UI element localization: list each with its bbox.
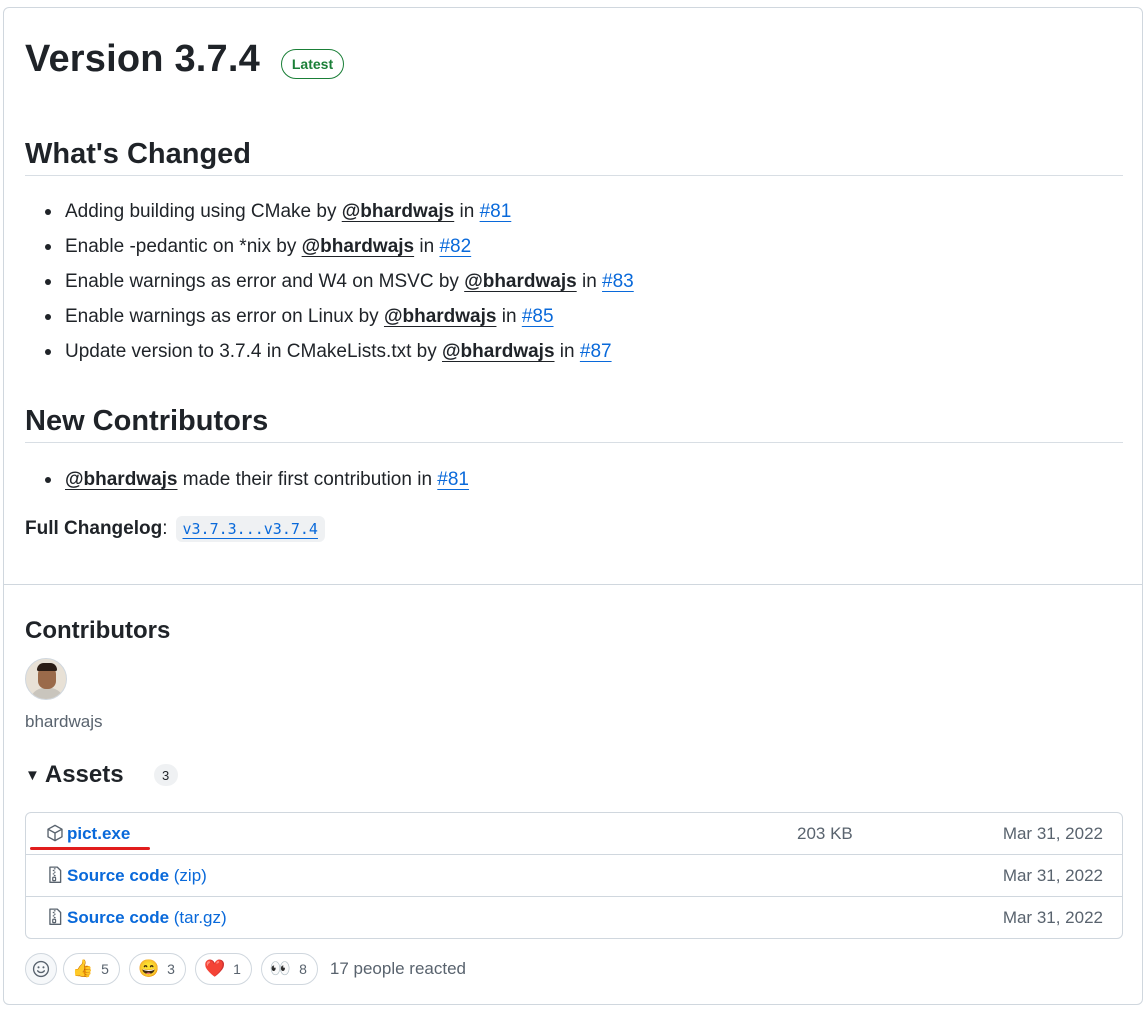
list-item: @bhardwajs made their first contribution… bbox=[25, 462, 469, 497]
reaction-eyes[interactable]: 👀 8 bbox=[260, 953, 318, 985]
asset-date: Mar 31, 2022 bbox=[1002, 824, 1103, 843]
heading-divider bbox=[25, 175, 1123, 176]
pr-link[interactable]: #81 bbox=[437, 469, 469, 490]
in-text: in bbox=[576, 271, 603, 292]
assets-toggle[interactable]: ▼ Assets 3 bbox=[25, 761, 178, 789]
new-contributors-list: @bhardwajs made their first contribution… bbox=[25, 462, 469, 497]
section-divider bbox=[4, 584, 1142, 585]
reaction-laugh[interactable]: 😄 3 bbox=[128, 953, 186, 985]
heading-divider bbox=[25, 442, 1123, 443]
reaction-heart[interactable]: ❤️ 1 bbox=[194, 953, 252, 985]
reaction-count: 5 bbox=[101, 961, 109, 977]
add-reaction-button[interactable] bbox=[25, 953, 57, 985]
in-text: in bbox=[554, 341, 580, 362]
changelog-colon: : bbox=[162, 518, 168, 539]
laugh-icon: 😄 bbox=[137, 959, 160, 978]
pr-link[interactable]: #81 bbox=[480, 201, 512, 222]
release-body: Version 3.7.4 Latest What's Changed Addi… bbox=[4, 8, 1142, 584]
in-text: in bbox=[496, 306, 522, 327]
author-mention[interactable]: @bhardwajs bbox=[384, 306, 497, 327]
asset-size: 203 KB bbox=[797, 824, 853, 843]
contributor-name[interactable]: bhardwajs bbox=[25, 712, 103, 732]
asset-row-pict-exe: pict.exe 203 KB Mar 31, 2022 bbox=[26, 813, 1122, 854]
pr-link[interactable]: #85 bbox=[522, 306, 554, 327]
pr-link[interactable]: #87 bbox=[580, 341, 612, 362]
annotation-underline bbox=[30, 847, 150, 850]
whats-changed-heading: What's Changed bbox=[25, 138, 252, 170]
author-mention[interactable]: @bhardwajs bbox=[302, 236, 415, 257]
reaction-count: 8 bbox=[299, 961, 307, 977]
reaction-thumbs-up[interactable]: 👍 5 bbox=[63, 953, 120, 985]
change-text: Enable -pedantic on *nix by bbox=[65, 236, 302, 257]
reaction-count: 3 bbox=[167, 961, 175, 977]
change-text: Adding building using CMake by bbox=[65, 201, 342, 222]
change-text: Enable warnings as error and W4 on MSVC … bbox=[65, 271, 465, 292]
reactions-bar: 👍 5 😄 3 ❤️ 1 👀 8 17 people reacted bbox=[25, 953, 466, 985]
latest-badge: Latest bbox=[281, 49, 344, 79]
asset-download-link[interactable]: Source code (tar.gz) bbox=[67, 908, 227, 928]
contributors-heading: Contributors bbox=[25, 617, 171, 644]
contribution-text: made their first contribution in bbox=[177, 469, 438, 490]
list-item: Enable warnings as error on Linux by @bh… bbox=[25, 299, 634, 334]
smiley-icon bbox=[32, 960, 50, 978]
reactions-summary[interactable]: 17 people reacted bbox=[330, 959, 466, 979]
release-card: Version 3.7.4 Latest What's Changed Addi… bbox=[3, 7, 1143, 1005]
in-text: in bbox=[454, 201, 480, 222]
pr-link[interactable]: #83 bbox=[602, 271, 634, 292]
file-zip-icon bbox=[49, 866, 62, 883]
author-mention[interactable]: @bhardwajs bbox=[464, 271, 577, 292]
thumbs-up-icon: 👍 bbox=[72, 959, 94, 978]
full-changelog: Full Changelog: v3.7.3...v3.7.4 bbox=[25, 516, 325, 542]
assets-count-badge: 3 bbox=[153, 764, 178, 786]
list-item: Enable warnings as error and W4 on MSVC … bbox=[25, 264, 634, 299]
changes-list: Adding building using CMake by @bhardwaj… bbox=[25, 194, 634, 369]
asset-download-link[interactable]: pict.exe bbox=[67, 824, 130, 844]
reaction-count: 1 bbox=[233, 961, 241, 977]
asset-row-source-zip: Source code (zip) Mar 31, 2022 bbox=[26, 854, 1122, 896]
heart-icon: ❤️ bbox=[203, 959, 226, 978]
eyes-icon: 👀 bbox=[269, 959, 292, 978]
assets-heading: Assets bbox=[44, 761, 124, 788]
list-item: Adding building using CMake by @bhardwaj… bbox=[25, 194, 634, 229]
avatar[interactable] bbox=[25, 658, 67, 700]
asset-date: Mar 31, 2022 bbox=[1002, 866, 1103, 885]
author-mention[interactable]: @bhardwajs bbox=[342, 201, 455, 222]
file-zip-icon bbox=[49, 908, 62, 925]
changelog-compare-link[interactable]: v3.7.3...v3.7.4 bbox=[175, 516, 325, 542]
asset-date: Mar 31, 2022 bbox=[1002, 908, 1103, 927]
list-item: Update version to 3.7.4 in CMakeLists.tx… bbox=[25, 334, 634, 369]
caret-down-icon: ▼ bbox=[25, 766, 40, 784]
change-text: Update version to 3.7.4 in CMakeLists.tx… bbox=[65, 341, 443, 362]
asset-download-link[interactable]: Source code (zip) bbox=[67, 866, 207, 886]
author-mention[interactable]: @bhardwajs bbox=[442, 341, 555, 362]
assets-list: pict.exe 203 KB Mar 31, 2022 Source code… bbox=[25, 812, 1123, 939]
changelog-label: Full Changelog bbox=[25, 518, 163, 539]
in-text: in bbox=[414, 236, 440, 257]
author-mention[interactable]: @bhardwajs bbox=[65, 469, 178, 490]
asset-row-source-targz: Source code (tar.gz) Mar 31, 2022 bbox=[26, 896, 1122, 938]
list-item: Enable -pedantic on *nix by @bhardwajs i… bbox=[25, 229, 634, 264]
release-title[interactable]: Version 3.7.4 bbox=[25, 38, 260, 81]
package-icon bbox=[47, 824, 63, 842]
new-contributors-heading: New Contributors bbox=[25, 405, 269, 437]
change-text: Enable warnings as error on Linux by bbox=[65, 306, 384, 327]
pr-link[interactable]: #82 bbox=[439, 236, 471, 257]
